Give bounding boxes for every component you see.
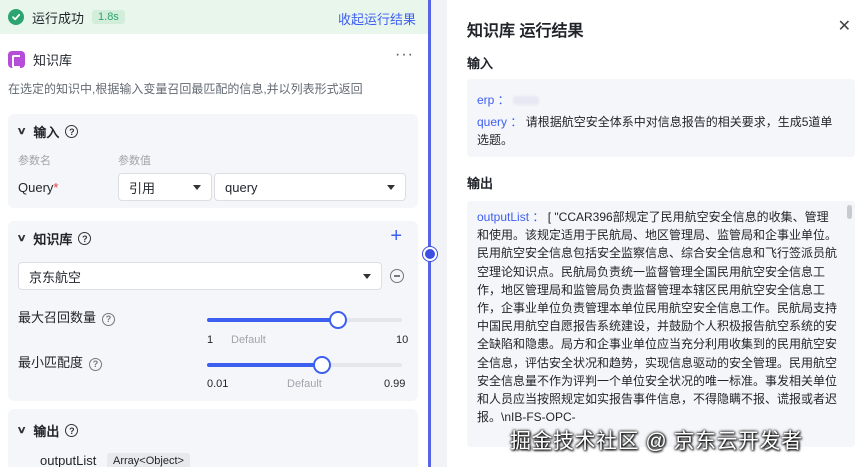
value-type-value: 引用 [129, 180, 156, 196]
erp-row: erp ： [477, 91, 540, 109]
output-value: [ "CCAR396部规定了民用航空安全信息的收集、管理和使用。该规定适用于民航… [477, 210, 837, 425]
erp-key: erp [477, 93, 495, 107]
min-match-default: Default [287, 378, 322, 390]
node-title: 知识库 [33, 53, 73, 68]
knowledge-base-icon [8, 51, 25, 68]
output-scrollbar[interactable] [847, 205, 852, 219]
max-recall-label: 最大召回数量? [18, 307, 116, 326]
result-panel-title: 知识库 运行结果 [467, 23, 584, 40]
output-section-header[interactable]: ∨ 输出 ? [17, 421, 79, 440]
erp-redacted-value [513, 96, 540, 106]
chevron-down-icon[interactable]: ∨ [17, 233, 27, 244]
node-header: 知识库 [8, 50, 72, 69]
required-mark: * [53, 180, 59, 195]
collapse-results-link[interactable]: 收起运行结果 [338, 9, 416, 28]
help-icon[interactable]: ? [78, 232, 92, 245]
max-recall-slider-fill [207, 318, 338, 322]
query-param-label: Query* [18, 180, 58, 195]
kb-section-title: 知识库 [33, 232, 73, 247]
value-type-select[interactable]: 引用 [118, 173, 212, 201]
output-var-type-badge: Array<Object> [107, 453, 190, 467]
run-status-text: 运行成功 [32, 10, 85, 26]
result-output-label: 输出 [467, 176, 494, 191]
result-input-label: 输入 [467, 56, 494, 71]
max-recall-max: 10 [396, 334, 409, 346]
value-ref-value: query [225, 179, 258, 195]
min-match-slider[interactable] [207, 356, 402, 374]
kb-section-header[interactable]: ∨ 知识库 ? [17, 229, 92, 248]
run-duration-badge: 1.8s [92, 10, 125, 24]
knowledge-base-section: ∨ 知识库 ? + 京东航空 最大召回数量? 1 Default 10 最小匹配… [8, 221, 418, 401]
output-section: ∨ 输出 ? outputList Array<Object> [8, 409, 418, 467]
input-section-title: 输入 [33, 125, 60, 140]
add-knowledge-icon[interactable]: + [390, 225, 402, 248]
chevron-down-icon[interactable]: ∨ [17, 126, 27, 137]
min-match-min: 0.01 [207, 378, 229, 390]
close-icon[interactable]: ✕ [838, 16, 851, 36]
result-output-box[interactable]: outputList ： [ "CCAR396部规定了民用航空安全信息的收集、管… [467, 201, 855, 447]
watermark-text: 掘金技术社区 @ 京东云开发者 [510, 430, 803, 453]
more-options-icon[interactable]: ··· [395, 46, 414, 64]
query-key: query [477, 115, 508, 129]
knowledge-base-select[interactable]: 京东航空 [18, 262, 382, 290]
help-icon[interactable]: ? [65, 424, 79, 437]
max-recall-min: 1 [207, 334, 214, 346]
value-ref-select[interactable]: query [214, 173, 406, 201]
param-name-header: 参数名 [18, 155, 51, 167]
input-section: ∨ 输入 ? 参数名 参数值 Query* 引用 query [8, 114, 418, 208]
workflow-node-panel: 运行成功 1.8s 收起运行结果 知识库 ··· 在选定的知识中,根据输入变量召… [0, 0, 428, 467]
dropdown-arrow-icon [387, 185, 395, 190]
chevron-down-icon[interactable]: ∨ [17, 425, 27, 436]
max-recall-default: Default [231, 334, 266, 346]
output-key: outputList [477, 210, 530, 224]
query-param-name: Query [18, 180, 54, 195]
help-icon[interactable]: ? [102, 312, 116, 326]
remove-knowledge-icon[interactable] [390, 269, 404, 283]
panel-divider[interactable] [428, 0, 431, 467]
max-recall-label-text: 最大召回数量 [18, 310, 97, 325]
max-recall-slider[interactable] [207, 311, 402, 329]
min-match-label: 最小匹配度? [18, 352, 103, 371]
output-section-title: 输出 [33, 424, 60, 439]
knowledge-node-card: 知识库 ··· 在选定的知识中,根据输入变量召回最匹配的信息,并以列表形式返回 … [0, 34, 428, 467]
result-input-box: erp ： query ： 请根据航空安全体系中对信息报告的相关要求，生成5道单… [467, 79, 855, 157]
dropdown-arrow-icon [193, 185, 201, 190]
output-content: outputList ： [ "CCAR396部规定了民用航空安全信息的收集、管… [477, 210, 837, 425]
run-status-bar: 运行成功 1.8s 收起运行结果 [0, 0, 428, 34]
help-icon[interactable]: ? [65, 125, 79, 138]
connection-port-handle[interactable] [423, 247, 437, 261]
min-match-slider-fill [207, 363, 323, 367]
max-recall-slider-handle[interactable] [328, 311, 347, 329]
selected-knowledge-base: 京东航空 [29, 269, 82, 285]
min-match-label-text: 最小匹配度 [18, 355, 84, 370]
node-description: 在选定的知识中,根据输入变量召回最匹配的信息,并以列表形式返回 [8, 82, 363, 96]
run-result-panel: 知识库 运行结果 ✕ 输入 erp ： query ： 请根据航空安全体系中对信… [447, 0, 863, 467]
query-row: query ： 请根据航空安全体系中对信息报告的相关要求，生成5道单选题。 [477, 115, 833, 147]
query-value: 请根据航空安全体系中对信息报告的相关要求，生成5道单选题。 [477, 115, 833, 147]
success-check-icon [8, 9, 24, 25]
help-icon[interactable]: ? [89, 357, 103, 371]
dropdown-arrow-icon [363, 274, 371, 279]
param-value-header: 参数值 [118, 155, 151, 167]
output-var-name: outputList [40, 453, 97, 467]
min-match-slider-handle[interactable] [313, 356, 332, 374]
min-match-max: 0.99 [384, 378, 406, 390]
input-section-header[interactable]: ∨ 输入 ? [17, 122, 79, 141]
